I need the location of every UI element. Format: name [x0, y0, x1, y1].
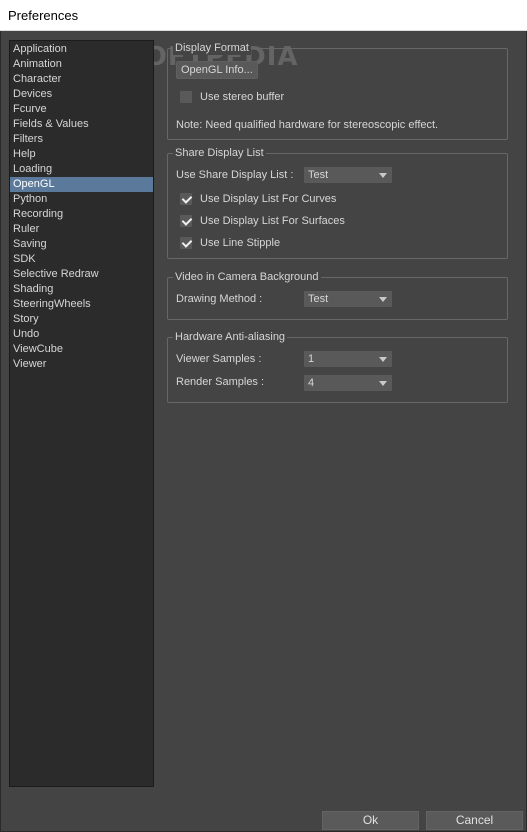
surfaces-check-box[interactable] [180, 215, 192, 227]
render-samples-select[interactable]: 4 [304, 375, 392, 391]
sidebar-item-saving[interactable]: Saving [10, 237, 153, 252]
viewer-samples-value: 1 [308, 353, 315, 365]
drawing-method-label: Drawing Method : [176, 293, 263, 305]
sidebar-item-viewcube[interactable]: ViewCube [10, 342, 153, 357]
render-samples-label: Render Samples : [176, 376, 265, 388]
sidebar-item-ruler[interactable]: Ruler [10, 222, 153, 237]
surfaces-label: Use Display List For Surfaces [200, 215, 345, 227]
hardware-anti-aliasing-group: Hardware Anti-aliasing Viewer Samples : … [167, 330, 508, 403]
sidebar-item-animation[interactable]: Animation [10, 57, 153, 72]
sidebar-item-fcurve[interactable]: Fcurve [10, 102, 153, 117]
use-share-display-list-value: Test [308, 169, 329, 181]
sidebar-item-selective-redraw[interactable]: Selective Redraw [10, 267, 153, 282]
sidebar-item-fields-values[interactable]: Fields & Values [10, 117, 153, 132]
video-camera-background-group: Video in Camera Background Drawing Metho… [167, 270, 508, 320]
chevron-down-icon [379, 357, 387, 362]
opengl-info-button[interactable]: OpenGL Info... [176, 61, 258, 79]
sidebar-item-devices[interactable]: Devices [10, 87, 153, 102]
use-share-display-list-select[interactable]: Test [304, 167, 392, 183]
sidebar-item-story[interactable]: Story [10, 312, 153, 327]
sidebar-item-recording[interactable]: Recording [10, 207, 153, 222]
preferences-category-list[interactable]: Application Animation Character Devices Fcur… [9, 40, 154, 787]
line-stipple-label: Use Line Stipple [200, 237, 281, 249]
drawing-method-select[interactable]: Test [304, 291, 392, 307]
stereo-buffer-label: Use stereo buffer [200, 91, 285, 103]
share-display-list-title: Share Display List [173, 146, 266, 160]
sidebar-item-shading[interactable]: Shading [10, 282, 153, 297]
sidebar-item-viewer[interactable]: Viewer [10, 357, 153, 372]
stereo-buffer-box[interactable] [180, 91, 192, 103]
sidebar-item-steeringwheels[interactable]: SteeringWheels [10, 297, 153, 312]
chevron-down-icon [379, 297, 387, 302]
chevron-down-icon [379, 381, 387, 386]
window-title: Preferences [0, 0, 527, 31]
drawing-method-value: Test [308, 293, 329, 305]
use-share-display-list-label: Use Share Display List : [176, 169, 294, 181]
curves-label: Use Display List For Curves [200, 193, 337, 205]
sidebar-item-help[interactable]: Help [10, 147, 153, 162]
sidebar-item-application[interactable]: Application [10, 42, 153, 57]
display-format-title: Display Format [173, 41, 251, 55]
cancel-button[interactable]: Cancel [426, 811, 523, 830]
render-samples-value: 4 [308, 377, 315, 389]
sidebar-item-sdk[interactable]: SDK [10, 252, 153, 267]
viewer-samples-label: Viewer Samples : [176, 353, 262, 365]
stereo-note: Note: Need qualified hardware for stereo… [176, 119, 439, 131]
share-display-list-group: Share Display List Use Share Display Lis… [167, 146, 508, 259]
sidebar-item-loading[interactable]: Loading [10, 162, 153, 177]
sidebar-item-opengl[interactable]: OpenGL [10, 177, 153, 192]
sidebar-item-character[interactable]: Character [10, 72, 153, 87]
video-camera-background-title: Video in Camera Background [173, 270, 321, 284]
ok-button[interactable]: Ok [322, 811, 419, 830]
curves-check-box[interactable] [180, 193, 192, 205]
viewer-samples-select[interactable]: 1 [304, 351, 392, 367]
sidebar-item-python[interactable]: Python [10, 192, 153, 207]
display-format-group: Display Format OpenGL Info... Use stereo… [167, 41, 508, 140]
hardware-anti-aliasing-title: Hardware Anti-aliasing [173, 330, 288, 344]
line-stipple-check-box[interactable] [180, 237, 192, 249]
sidebar-item-filters[interactable]: Filters [10, 132, 153, 147]
chevron-down-icon [379, 173, 387, 178]
sidebar-item-undo[interactable]: Undo [10, 327, 153, 342]
